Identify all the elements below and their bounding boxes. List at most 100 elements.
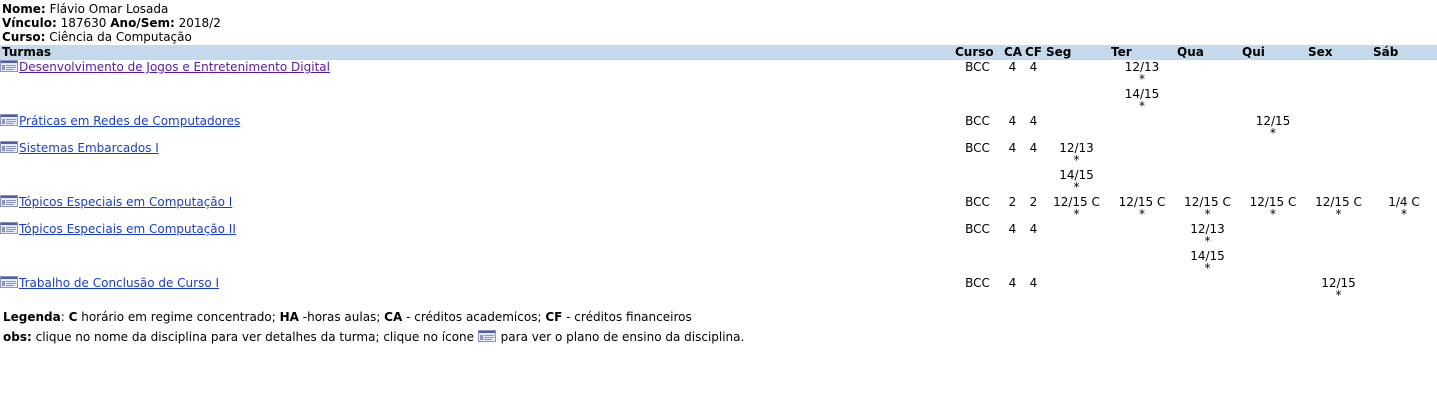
slot-marker: *: [1204, 234, 1211, 248]
sex-slot-cell: 12/15 *: [1306, 276, 1371, 303]
seg-slot-cell: [1044, 60, 1109, 114]
ca-cell: 2: [1008, 195, 1017, 209]
sab-slot-cell: [1371, 222, 1437, 276]
seg-slot-cell: 12/13 * 14/15 *: [1044, 141, 1109, 195]
plan-document-icon[interactable]: [0, 276, 18, 288]
slot-marker: *: [1335, 288, 1342, 302]
cf-cell: 4: [1029, 60, 1038, 74]
anosem-value: 2018/2: [178, 16, 221, 30]
slot-marker: *: [1073, 153, 1080, 167]
slot-marker: *: [1139, 99, 1145, 113]
curso-cell: BCC: [965, 222, 990, 236]
header-seg: Seg: [1044, 45, 1109, 60]
qua-slot-cell: [1175, 276, 1240, 303]
slot-marker: *: [1204, 261, 1211, 275]
plan-document-icon[interactable]: [0, 195, 18, 207]
ca-cell: 4: [1008, 141, 1017, 155]
course-link[interactable]: Tópicos Especiais em Computação I: [19, 195, 232, 209]
sex-slot-cell: [1306, 222, 1371, 276]
qua-slot-cell: [1175, 141, 1240, 195]
student-info: Nome: Flávio Omar Losada Vínculo: 187630…: [0, 0, 1437, 44]
plan-document-icon: [477, 328, 496, 342]
plan-document-icon[interactable]: [0, 114, 18, 126]
sab-slot-cell: 1/4 C *: [1371, 195, 1437, 222]
header-ter: Ter: [1109, 45, 1175, 60]
slot-marker: *: [1073, 207, 1080, 221]
student-name-line: Nome: Flávio Omar Losada: [2, 2, 169, 16]
legend: Legenda: C horário em regime concentrado…: [0, 307, 1437, 347]
sex-slot-cell: [1306, 60, 1371, 114]
slot-marker: *: [1270, 207, 1276, 221]
course-cell: Tópicos Especiais em Computação II: [0, 222, 953, 276]
plan-document-icon[interactable]: [0, 141, 18, 153]
course-link[interactable]: Desenvolvimento de Jogos e Entreteniment…: [19, 60, 330, 74]
table-row: Desenvolvimento de Jogos e Entreteniment…: [0, 60, 1437, 114]
cf-cell: 4: [1029, 276, 1038, 290]
header-sex: Sex: [1306, 45, 1371, 60]
curso-cell: BCC: [965, 141, 990, 155]
ter-slot-cell: [1109, 114, 1175, 141]
student-course-line: Curso: Ciência da Computação: [2, 30, 192, 44]
course-cell: Desenvolvimento de Jogos e Entreteniment…: [0, 60, 953, 114]
ter-slot-cell: 12/13 * 14/15 *: [1109, 60, 1175, 114]
seg-slot-cell: [1044, 114, 1109, 141]
course-link[interactable]: Práticas em Redes de Computadores: [19, 114, 240, 128]
course-cell: Tópicos Especiais em Computação I: [0, 195, 953, 222]
sab-slot-cell: [1371, 141, 1437, 195]
sab-slot-cell: [1371, 60, 1437, 114]
sex-slot-cell: [1306, 114, 1371, 141]
plan-document-icon[interactable]: [0, 222, 18, 234]
qua-slot-cell: 12/15 C *: [1175, 195, 1240, 222]
curso-cell: BCC: [965, 114, 990, 128]
seg-slot-cell: [1044, 276, 1109, 303]
cf-cell: 2: [1029, 195, 1038, 209]
qua-slot-cell: 12/13 * 14/15 *: [1175, 222, 1240, 276]
course-link[interactable]: Sistemas Embarcados I: [19, 141, 159, 155]
cf-cell: 4: [1029, 141, 1038, 155]
course-cell: Práticas em Redes de Computadores: [0, 114, 953, 141]
legend-line: Legenda: C horário em regime concentrado…: [3, 310, 692, 324]
ter-slot-cell: [1109, 222, 1175, 276]
curso-cell: BCC: [965, 60, 990, 74]
slot-marker: *: [1401, 207, 1407, 221]
course-link[interactable]: Trabalho de Conclusão de Curso I: [19, 276, 219, 290]
slot-marker: *: [1073, 180, 1080, 194]
ter-slot-cell: [1109, 276, 1175, 303]
obs-line: obs: clique no nome da disciplina para v…: [3, 328, 745, 344]
ca-cell: 4: [1008, 222, 1017, 236]
sex-slot-cell: [1306, 141, 1371, 195]
header-turmas: Turmas: [0, 45, 953, 60]
qui-slot-cell: [1240, 60, 1306, 114]
slot-marker: *: [1139, 72, 1145, 86]
header-qua: Qua: [1175, 45, 1240, 60]
table-row: Tópicos Especiais em Computação II BCC 4 4 1…: [0, 222, 1437, 276]
plan-document-icon[interactable]: [0, 60, 18, 72]
sab-slot-cell: [1371, 276, 1437, 303]
course-value: Ciência da Computação: [49, 30, 192, 44]
qui-slot-cell: 12/15 C *: [1240, 195, 1306, 222]
curso-cell: BCC: [965, 195, 990, 209]
slot-marker: *: [1270, 126, 1276, 140]
sab-slot-cell: [1371, 114, 1437, 141]
student-vinculo-line: Vínculo: 187630 Ano/Sem: 2018/2: [2, 16, 221, 30]
ca-cell: 4: [1008, 60, 1017, 74]
ca-cell: 4: [1008, 114, 1017, 128]
vinculo-value: 187630: [60, 16, 107, 30]
header-cf: CF: [1023, 45, 1044, 60]
qui-slot-cell: [1240, 276, 1306, 303]
sex-slot-cell: 12/15 C *: [1306, 195, 1371, 222]
qua-slot-cell: [1175, 60, 1240, 114]
header-ca: CA: [1002, 45, 1023, 60]
table-row: Tópicos Especiais em Computação I BCC 2 2 12…: [0, 195, 1437, 222]
course-cell: Sistemas Embarcados I: [0, 141, 953, 195]
cf-cell: 4: [1029, 114, 1038, 128]
qui-slot-cell: [1240, 222, 1306, 276]
table-row: Trabalho de Conclusão de Curso I BCC 4 4 12/…: [0, 276, 1437, 303]
header-qui: Qui: [1240, 45, 1306, 60]
course-link[interactable]: Tópicos Especiais em Computação II: [19, 222, 236, 236]
slot-marker: *: [1204, 207, 1211, 221]
student-name: Flávio Omar Losada: [49, 2, 169, 16]
qui-slot-cell: 12/15 *: [1240, 114, 1306, 141]
table-row: Sistemas Embarcados I BCC 4 4 12/13 * 14/15 *: [0, 141, 1437, 195]
table-header-row: Turmas Curso CA CF Seg Ter Qua Qui Sex S…: [0, 45, 1437, 60]
